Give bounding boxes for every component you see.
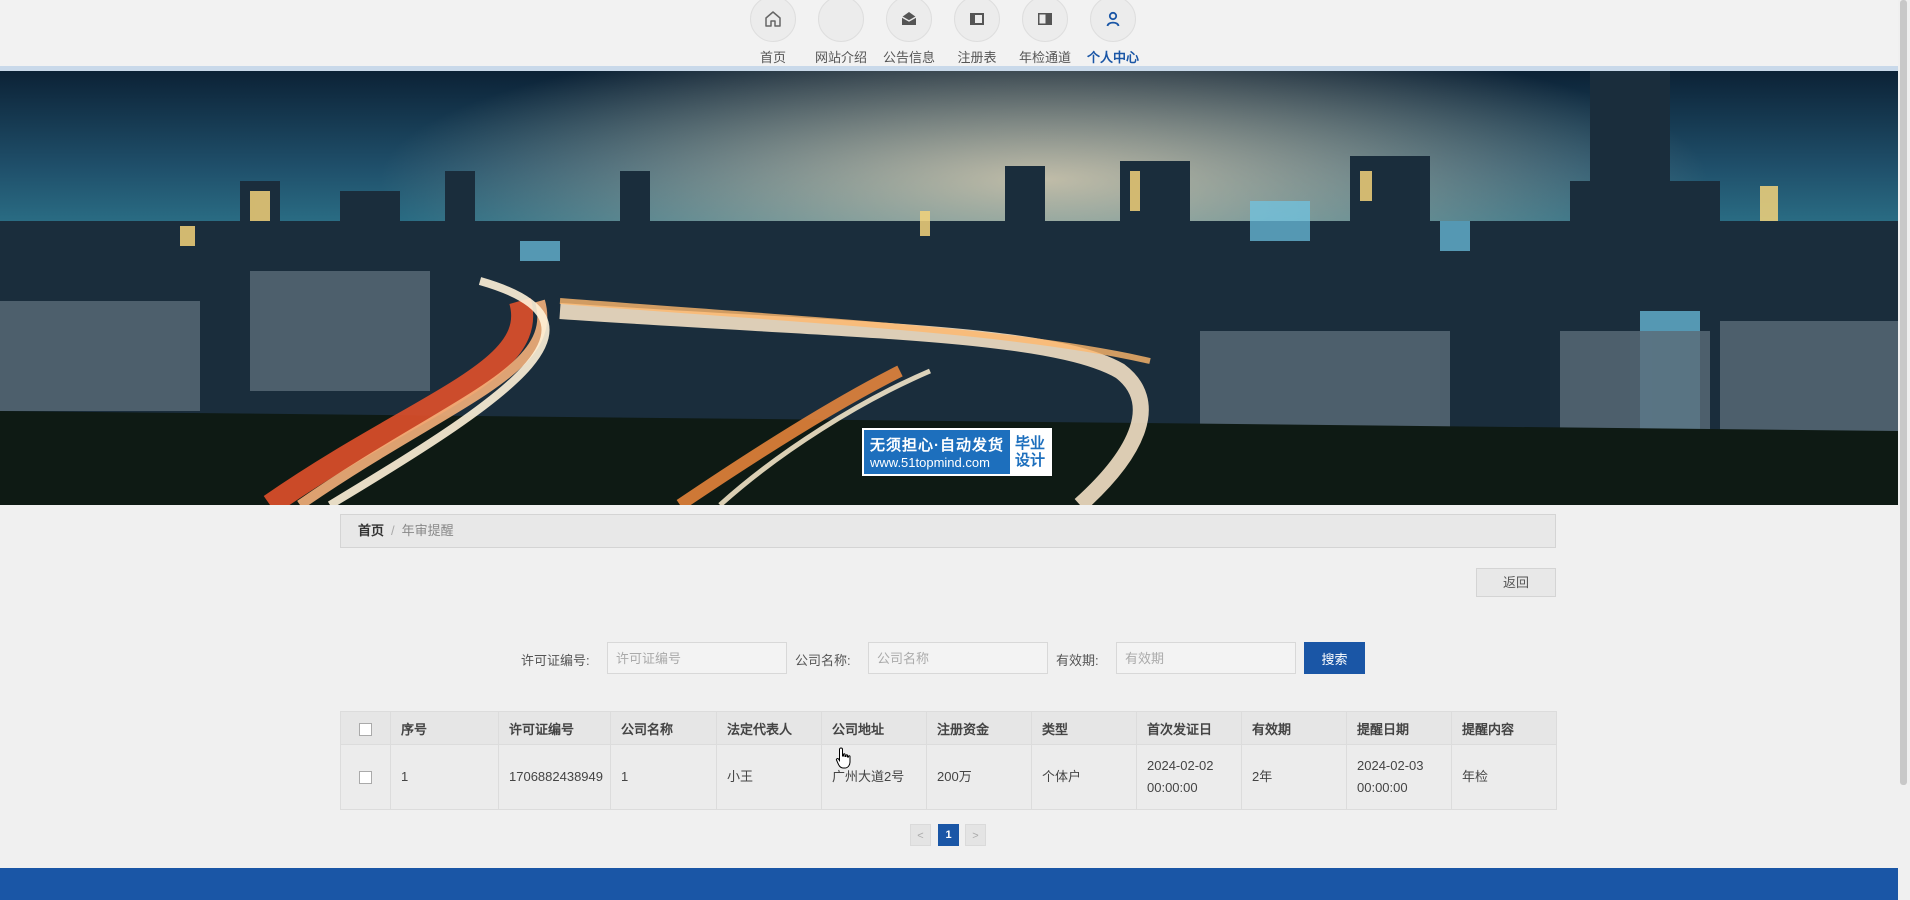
column-header: 提醒日期 — [1346, 711, 1452, 745]
watermark-text: 无须担心·自动发货 www.51topmind.com — [864, 430, 1010, 474]
column-header: 类型 — [1031, 711, 1137, 745]
license-number-label: 许可证编号: — [521, 653, 590, 668]
footer-bar — [0, 868, 1898, 900]
breadcrumb: 首页 / 年审提醒 — [340, 514, 1556, 548]
nav-item-personal-center[interactable]: 个人中心 — [1079, 0, 1147, 66]
watermark-url: www.51topmind.com — [870, 455, 990, 470]
envelope-icon — [886, 0, 932, 42]
current-page-button[interactable]: 1 — [938, 824, 959, 846]
watermark-tag: 毕业 设计 — [1010, 430, 1050, 474]
column-header: 有效期 — [1241, 711, 1347, 745]
next-page-button[interactable]: > — [965, 824, 986, 846]
table-cell: 1706882438949 — [498, 744, 611, 810]
sidebar-panel-icon — [954, 0, 1000, 42]
nav-label: 首页 — [759, 50, 786, 65]
company-name-input[interactable] — [868, 642, 1048, 674]
validity-input[interactable] — [1116, 642, 1296, 674]
back-button[interactable]: 返回 — [1476, 568, 1556, 597]
reminder-table: 序号 许可证编号 公司名称 法定代表人 公司地址 注册资金 类型 首次发证日 有… — [340, 711, 1557, 810]
column-header: 公司地址 — [821, 711, 927, 745]
nav-item-home[interactable]: 首页 — [739, 0, 807, 66]
watermark-badge: 无须担心·自动发货 www.51topmind.com 毕业 设计 — [862, 428, 1052, 476]
row-select-cell — [340, 744, 391, 810]
table-cell: 1 — [610, 744, 717, 810]
table-row[interactable]: 1 1706882438949 1 小王 广州大道2号 200万 个体户 202… — [340, 744, 1557, 810]
nav-label: 公告信息 — [882, 50, 935, 65]
user-icon — [1090, 0, 1136, 42]
nav-item-site-intro[interactable]: 网站介绍 — [807, 0, 875, 66]
column-header: 首次发证日 — [1136, 711, 1242, 745]
table-cell: 小王 — [716, 744, 822, 810]
select-all-cell — [340, 711, 391, 745]
table-cell: 个体户 — [1031, 744, 1137, 810]
book-panel-icon — [1022, 0, 1068, 42]
column-header: 公司名称 — [610, 711, 717, 745]
table-header-row: 序号 许可证编号 公司名称 法定代表人 公司地址 注册资金 类型 首次发证日 有… — [340, 711, 1557, 745]
row-checkbox[interactable] — [359, 771, 372, 785]
breadcrumb-current: 年审提醒 — [401, 523, 454, 538]
table-cell: 年检 — [1451, 744, 1557, 810]
nav-item-announcements[interactable]: 公告信息 — [875, 0, 943, 66]
select-all-checkbox[interactable] — [359, 722, 372, 736]
page-scrollbar[interactable] — [1898, 0, 1910, 900]
nav-label: 注册表 — [957, 50, 997, 65]
watermark-main: 无须担心·自动发货 — [870, 437, 1004, 454]
nav-item-registration[interactable]: 注册表 — [943, 0, 1011, 66]
column-header: 提醒内容 — [1451, 711, 1557, 745]
top-navigation: 首页 网站介绍 公告信息 注册表 年检通道 个人中心 — [0, 0, 1898, 71]
table-cell: 200万 — [926, 744, 1032, 810]
nav-label: 网站介绍 — [814, 50, 867, 65]
column-header: 序号 — [390, 711, 499, 745]
home-icon — [750, 0, 796, 42]
breadcrumb-separator: / — [391, 523, 395, 538]
table-cell: 2024-02-02 00:00:00 — [1136, 744, 1242, 810]
prev-page-button[interactable]: < — [910, 824, 931, 846]
table-cell: 1 — [390, 744, 499, 810]
watermark-tag-line1: 毕业 — [1014, 435, 1045, 452]
hand-cursor-icon — [835, 747, 851, 769]
search-button[interactable]: 搜索 — [1304, 642, 1365, 674]
blank-icon — [818, 0, 864, 42]
table-cell: 2年 — [1241, 744, 1347, 810]
nav-item-annual-inspection[interactable]: 年检通道 — [1011, 0, 1079, 66]
column-header: 法定代表人 — [716, 711, 822, 745]
nav-label: 个人中心 — [1086, 50, 1139, 65]
scrollbar-thumb[interactable] — [1900, 0, 1907, 785]
watermark-tag-line2: 设计 — [1014, 452, 1045, 469]
nav-label: 年检通道 — [1018, 50, 1071, 65]
table-cell: 2024-02-03 00:00:00 — [1346, 744, 1452, 810]
column-header: 许可证编号 — [498, 711, 611, 745]
breadcrumb-home[interactable]: 首页 — [358, 523, 384, 538]
column-header: 注册资金 — [926, 711, 1032, 745]
license-number-input[interactable] — [607, 642, 787, 674]
validity-label: 有效期: — [1056, 653, 1099, 668]
company-name-label: 公司名称: — [795, 653, 851, 668]
